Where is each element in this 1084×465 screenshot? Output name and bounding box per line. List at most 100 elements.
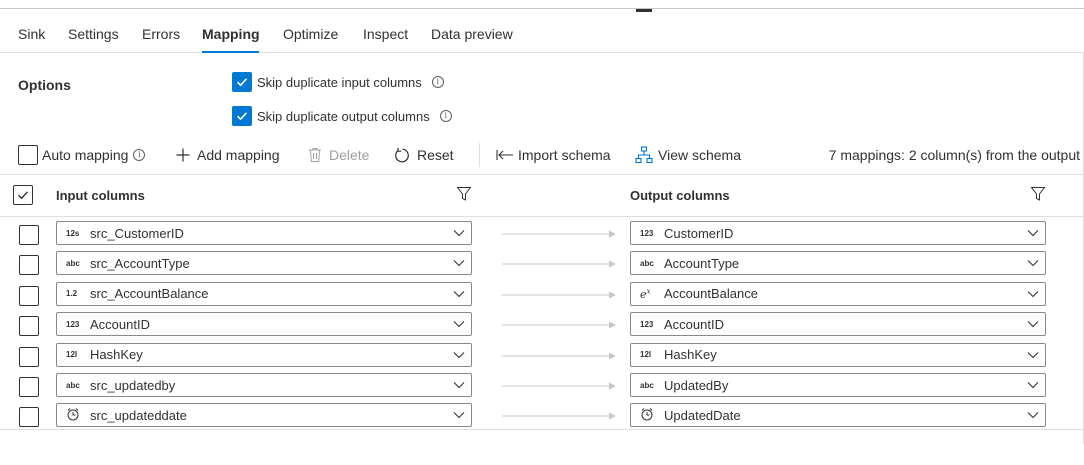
chevron-down-icon xyxy=(447,381,471,389)
output-column-dropdown[interactable]: 123 CustomerID xyxy=(630,221,1046,245)
chevron-down-icon xyxy=(1021,259,1045,267)
row-checkbox[interactable] xyxy=(19,316,39,337)
row-checkbox[interactable] xyxy=(19,255,39,276)
mapping-arrow-icon xyxy=(502,382,616,390)
row-checkbox[interactable] xyxy=(19,346,39,367)
info-icon[interactable]: i xyxy=(431,76,444,88)
output-column-dropdown[interactable]: abc AccountType xyxy=(630,251,1046,276)
output-column-dropdown[interactable]: abc UpdatedBy xyxy=(630,373,1046,397)
plus-icon xyxy=(176,148,190,162)
input-column-value: AccountID xyxy=(90,316,150,332)
tab-sink[interactable]: Sink xyxy=(18,26,45,42)
info-icon[interactable]: i xyxy=(133,149,146,161)
input-column-value: src_AccountBalance xyxy=(90,286,209,302)
chevron-down-icon xyxy=(447,411,471,419)
data-type-icon: abc xyxy=(66,258,80,268)
chevron-down-icon xyxy=(1021,381,1045,389)
data-type-icon: 12s xyxy=(66,228,80,238)
mapping-arrow-icon xyxy=(502,321,616,329)
mapping-arrow-icon xyxy=(502,291,616,299)
output-column-value: HashKey xyxy=(664,347,717,363)
data-type-icon: 123 xyxy=(66,319,80,329)
table-row: abc src_AccountType abc AccountType xyxy=(0,251,1084,281)
reset-icon xyxy=(395,147,409,162)
output-column-value: CustomerID xyxy=(664,225,734,241)
row-checkbox[interactable] xyxy=(19,225,39,245)
filter-icon[interactable] xyxy=(1030,186,1046,202)
data-type-icon: ex xyxy=(640,286,651,301)
input-column-dropdown[interactable]: abc src_AccountType xyxy=(56,251,472,276)
add-mapping-label: Add mapping xyxy=(197,147,280,163)
select-all-checkbox[interactable] xyxy=(13,185,33,205)
auto-mapping-checkbox[interactable] xyxy=(18,145,38,165)
mapping-arrow-icon xyxy=(502,230,616,238)
row-checkbox[interactable] xyxy=(19,285,39,306)
input-column-dropdown[interactable]: src_updateddate xyxy=(56,403,472,428)
skip-duplicate-output-option: Skip duplicate output columns i xyxy=(232,106,452,126)
options-label: Options xyxy=(18,77,71,93)
mapping-arrow-icon xyxy=(502,352,616,360)
output-columns-header: Output columns xyxy=(630,188,730,203)
auto-mapping-toggle[interactable]: Auto mapping i xyxy=(18,143,146,167)
chevron-down-icon xyxy=(1021,229,1045,237)
panel-divider xyxy=(0,8,1084,9)
skip-duplicate-input-option: Skip duplicate input columns i xyxy=(232,72,444,92)
output-column-value: AccountID xyxy=(664,316,724,332)
mapping-toolbar: Auto mapping i Add mapping Delete Reset … xyxy=(18,143,1084,167)
filter-icon[interactable] xyxy=(456,186,472,202)
delete-label: Delete xyxy=(329,147,370,163)
input-column-dropdown[interactable]: 12s src_CustomerID xyxy=(56,221,472,245)
chevron-down-icon xyxy=(447,259,471,267)
data-type-icon: 1.2 xyxy=(66,289,78,299)
skip-duplicate-input-checkbox[interactable] xyxy=(232,72,252,92)
tab-mapping[interactable]: Mapping xyxy=(202,26,260,42)
import-schema-label: Import schema xyxy=(518,147,611,163)
info-icon[interactable]: i xyxy=(439,110,452,122)
view-schema-label: View schema xyxy=(658,147,742,163)
data-type-icon: abc xyxy=(640,258,654,268)
input-column-value: HashKey xyxy=(90,347,143,363)
input-column-value: src_updatedby xyxy=(90,377,176,393)
input-column-dropdown[interactable]: abc src_updatedby xyxy=(56,373,472,397)
output-column-dropdown[interactable]: 12l HashKey xyxy=(630,342,1046,367)
input-column-dropdown[interactable]: 1.2 src_AccountBalance xyxy=(56,281,472,306)
table-row: 12l HashKey 12l HashKey xyxy=(0,342,1084,373)
tab-data-preview[interactable]: Data preview xyxy=(431,26,513,42)
delete-button[interactable]: Delete xyxy=(308,143,369,167)
data-type-icon: abc xyxy=(66,380,80,390)
row-checkbox[interactable] xyxy=(19,377,39,397)
auto-mapping-label: Auto mapping xyxy=(42,147,129,163)
chevron-down-icon xyxy=(447,351,471,359)
output-column-dropdown[interactable]: UpdatedDate xyxy=(630,403,1046,428)
row-checkbox[interactable] xyxy=(19,407,39,428)
resize-handle[interactable] xyxy=(636,9,652,12)
trash-icon xyxy=(309,148,321,162)
data-type-icon: 123 xyxy=(640,228,654,238)
table-row: abc src_updatedby abc UpdatedBy xyxy=(0,373,1084,403)
checkmark-icon xyxy=(18,191,29,200)
chevron-down-icon xyxy=(1021,411,1045,419)
tab-settings[interactable]: Settings xyxy=(68,26,119,42)
input-column-dropdown[interactable]: 123 AccountID xyxy=(56,312,472,337)
input-column-dropdown[interactable]: 12l HashKey xyxy=(56,342,472,367)
import-schema-button[interactable]: Import schema xyxy=(496,143,611,167)
table-row: 12s src_CustomerID 123 CustomerID xyxy=(0,221,1084,251)
add-mapping-button[interactable]: Add mapping xyxy=(175,143,280,167)
data-type-icon xyxy=(640,407,660,423)
skip-duplicate-output-checkbox[interactable] xyxy=(232,106,252,126)
import-arrow-icon xyxy=(496,150,513,160)
tab-inspect[interactable]: Inspect xyxy=(363,26,408,42)
toolbar-separator xyxy=(479,143,480,167)
data-type-icon: abc xyxy=(640,380,654,390)
output-column-dropdown[interactable]: 123 AccountID xyxy=(630,312,1046,337)
table-row: 1.2 src_AccountBalance ex AccountBalance xyxy=(0,281,1084,312)
input-columns-header: Input columns xyxy=(56,188,145,203)
data-type-icon xyxy=(66,407,86,423)
reset-button[interactable]: Reset xyxy=(394,143,454,167)
tab-optimize[interactable]: Optimize xyxy=(283,26,338,42)
chevron-down-icon xyxy=(447,229,471,237)
view-schema-button[interactable]: View schema xyxy=(635,143,741,167)
tab-errors[interactable]: Errors xyxy=(142,26,180,42)
chevron-down-icon xyxy=(447,290,471,298)
output-column-dropdown[interactable]: ex AccountBalance xyxy=(630,281,1046,306)
